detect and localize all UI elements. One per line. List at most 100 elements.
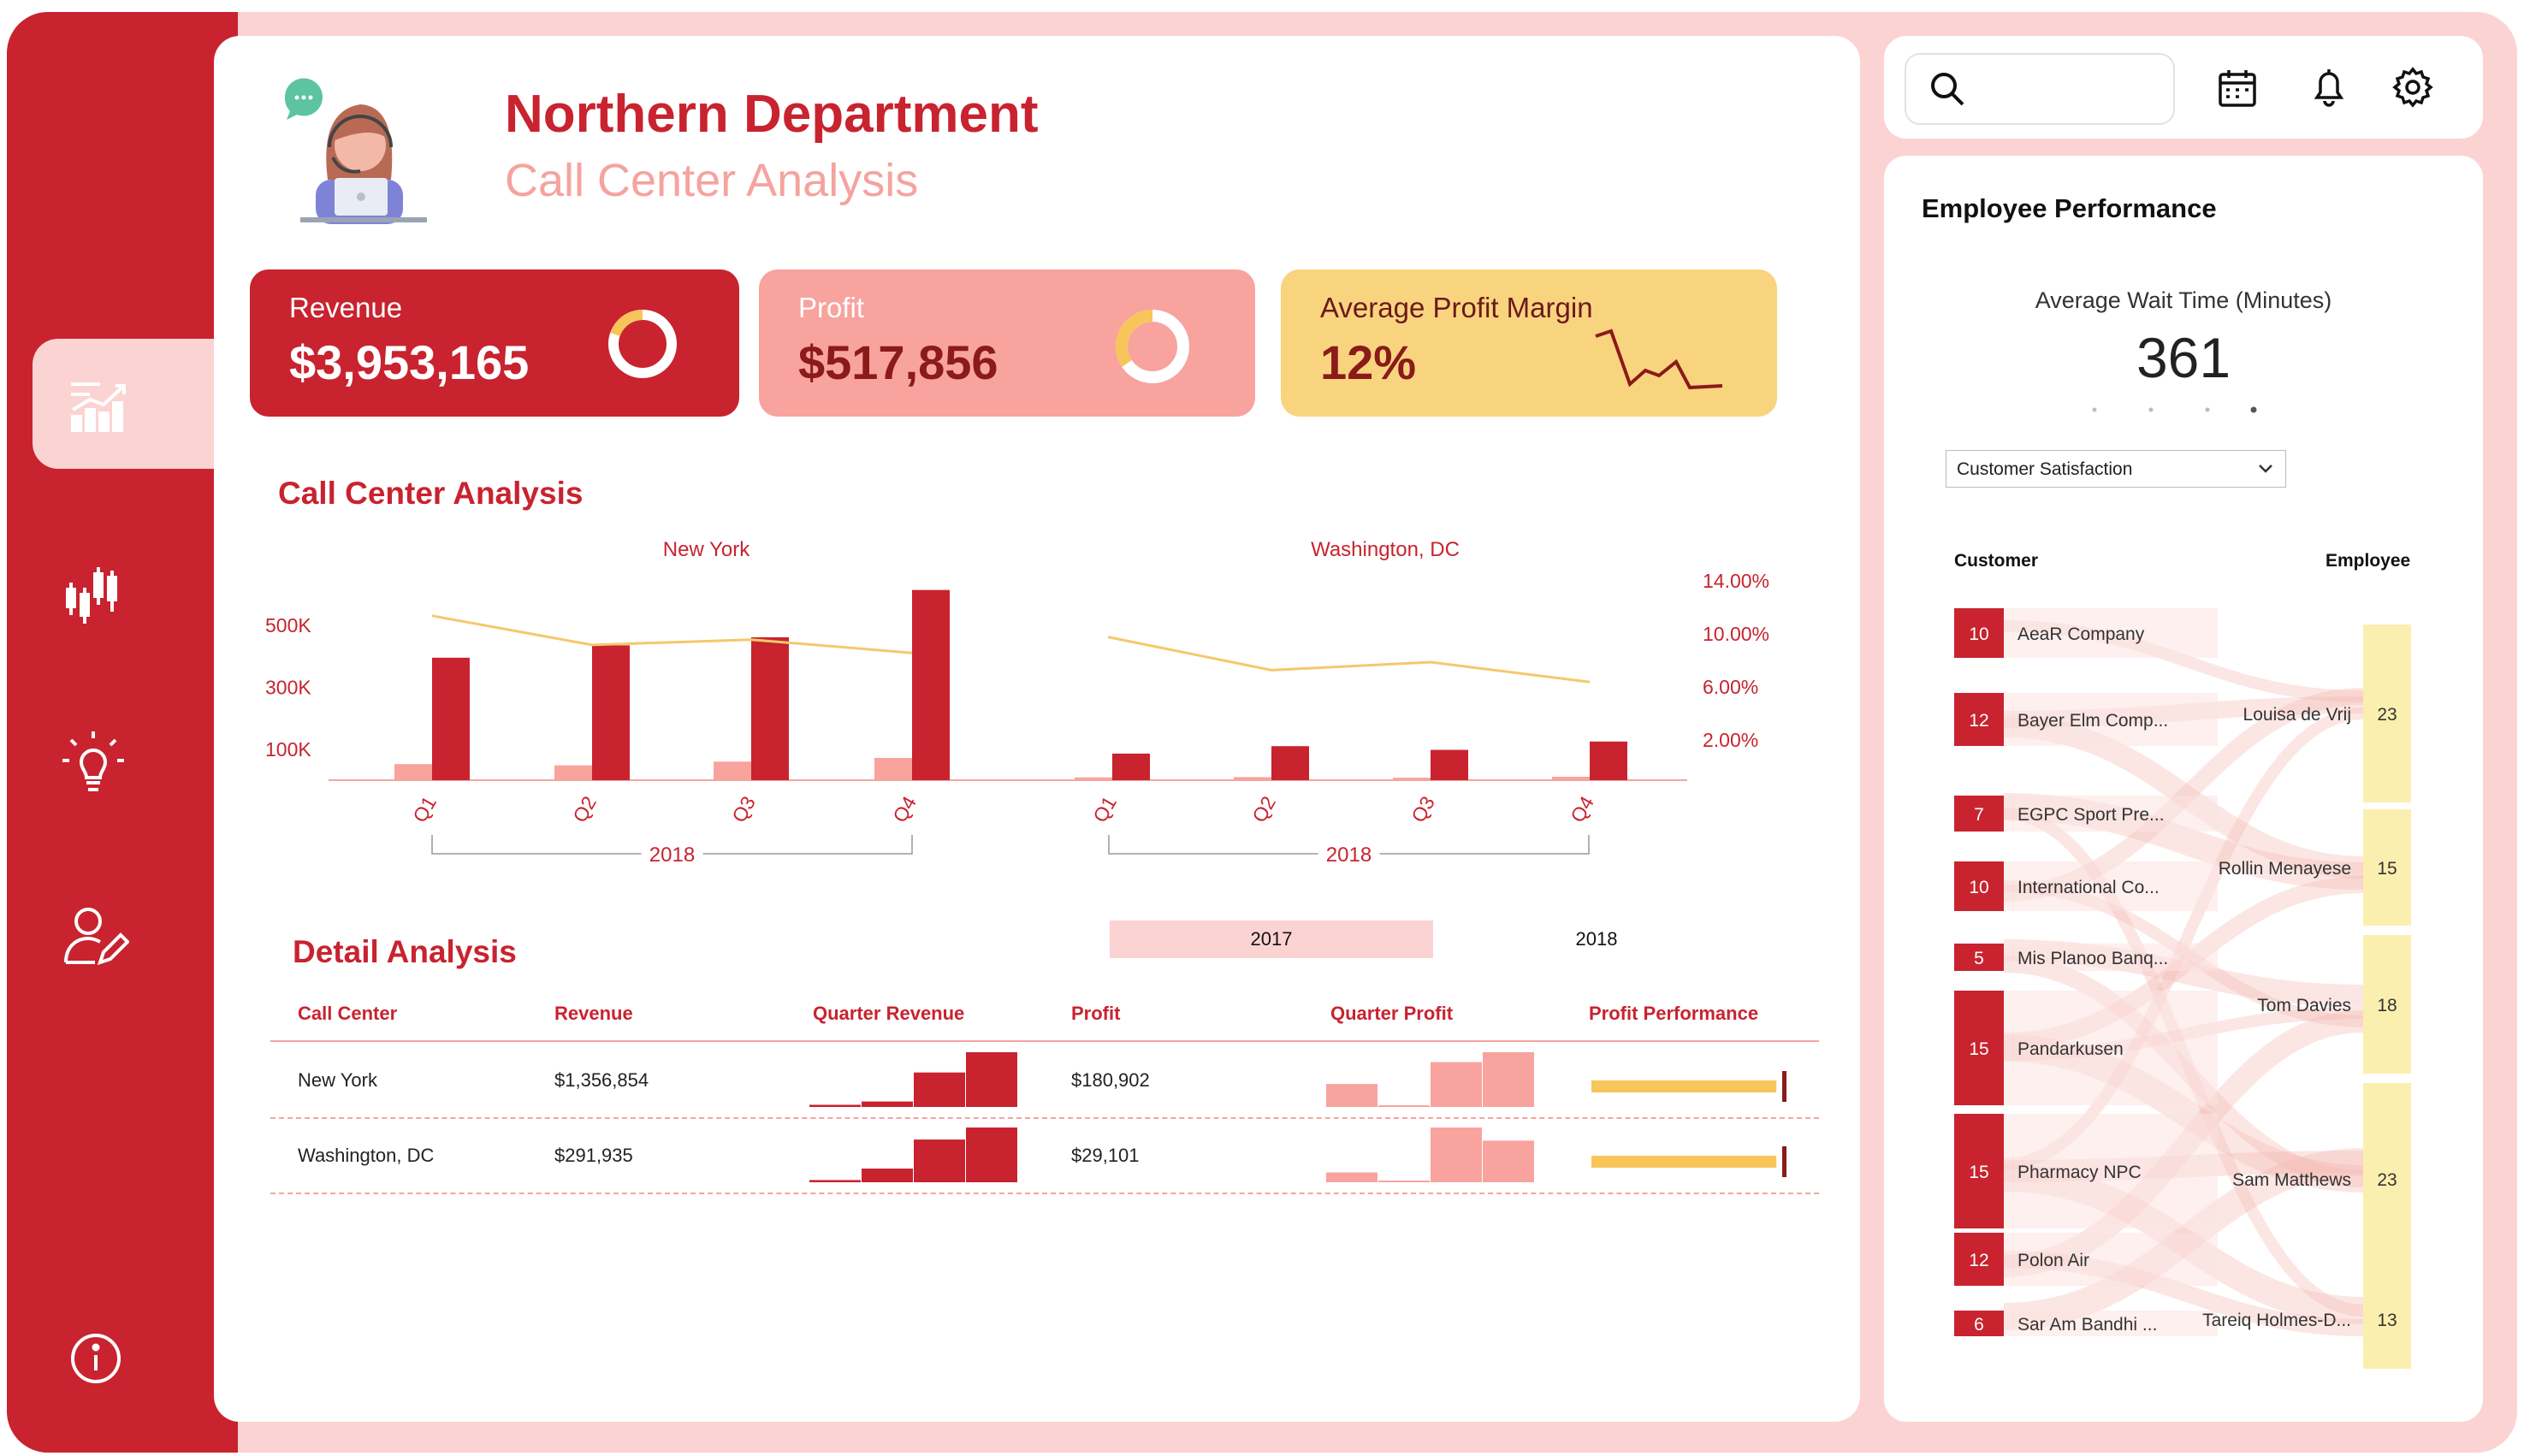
row-1-revenue: $1,356,854 xyxy=(554,1069,649,1091)
quarter-revenue-bar xyxy=(914,1072,965,1107)
bar-profit xyxy=(554,765,592,780)
profit-margin-label: Average Profit Margin xyxy=(1320,292,1593,323)
customer-value: 7 xyxy=(1974,805,1984,825)
bell-icon[interactable] xyxy=(2310,67,2348,108)
customer-name: AeaR Company xyxy=(2017,624,2145,644)
carousel-dots[interactable] xyxy=(2091,404,2262,414)
col-header-quarter-revenue[interactable]: Quarter Revenue xyxy=(813,1003,964,1025)
bar-revenue xyxy=(751,636,789,780)
year-tab-2018-label: 2018 xyxy=(1575,928,1618,950)
chart-icon[interactable] xyxy=(60,366,137,443)
year-label: 2018 xyxy=(1326,843,1372,867)
year-label: 2018 xyxy=(649,843,695,867)
profit-label: Profit xyxy=(798,292,865,323)
performance-target-marker xyxy=(1782,1071,1786,1102)
quarter-profit-bar xyxy=(1431,1128,1482,1182)
x-tick-label: Q2 xyxy=(1247,792,1280,826)
x-tick-label: Q4 xyxy=(1566,792,1598,826)
quarter-profit-minichart xyxy=(1326,1052,1534,1107)
info-icon[interactable] xyxy=(60,1323,132,1394)
col-header-revenue[interactable]: Revenue xyxy=(554,1003,633,1025)
col-header-profit[interactable]: Profit xyxy=(1071,1003,1120,1025)
bar-profit xyxy=(1552,777,1590,780)
x-tick-label: Q3 xyxy=(727,792,760,826)
wait-time-label: Average Wait Time (Minutes) xyxy=(2035,287,2332,313)
y-tick-label: 300K xyxy=(265,677,311,699)
quarter-profit-bar xyxy=(1326,1084,1378,1107)
customer-header: Customer xyxy=(1954,551,2039,571)
customer-name: Polon Air xyxy=(2017,1251,2089,1270)
metric-dropdown[interactable]: Customer Satisfaction xyxy=(1946,450,2286,488)
y-tick-label: 500K xyxy=(265,614,311,636)
performance-fill xyxy=(1591,1156,1777,1168)
quarter-profit-bar xyxy=(1431,1062,1482,1107)
y2-tick-label: 14.00% xyxy=(1703,570,1769,592)
y2-tick-label: 6.00% xyxy=(1703,676,1758,698)
customer-value: 12 xyxy=(1969,1251,1988,1270)
quarter-revenue-bar xyxy=(966,1052,1017,1107)
employee-name: Sam Matthews xyxy=(2232,1170,2351,1190)
row-1-call-center: New York xyxy=(298,1069,377,1091)
candlestick-icon[interactable] xyxy=(55,556,132,633)
call-center-section-title: Call Center Analysis xyxy=(278,476,584,511)
revenue-card: Revenue $3,953,165 xyxy=(250,269,739,417)
page-title: Northern Department xyxy=(505,85,1039,144)
table-header-divider xyxy=(270,1040,1819,1042)
lightbulb-icon[interactable] xyxy=(55,724,132,801)
customer-name: Pandarkusen xyxy=(2017,1039,2124,1059)
col-header-call-center[interactable]: Call Center xyxy=(298,1003,397,1025)
detail-section-title: Detail Analysis xyxy=(293,934,517,969)
quarter-profit-bar xyxy=(1378,1105,1430,1107)
quarter-revenue-bar xyxy=(862,1101,913,1107)
profit-card: Profit $517,856 xyxy=(759,269,1255,417)
customer-name: International Co... xyxy=(2017,878,2160,897)
employee-name: Tom Davies xyxy=(2257,996,2351,1015)
employee-performance-title: Employee Performance xyxy=(1922,193,2217,223)
quarter-revenue-bar xyxy=(914,1139,965,1182)
year-tab-2017-label: 2017 xyxy=(1250,928,1293,950)
employee-value: 23 xyxy=(2377,1170,2397,1190)
year-tab-2018[interactable]: 2018 xyxy=(1437,920,1756,958)
quarter-revenue-bar xyxy=(809,1180,861,1182)
bar-revenue xyxy=(912,589,950,780)
x-tick-label: Q3 xyxy=(1407,792,1439,826)
bar-revenue xyxy=(1112,753,1150,780)
row-1-profit: $180,902 xyxy=(1071,1069,1150,1091)
search-icon xyxy=(1929,70,1966,108)
x-tick-label: Q2 xyxy=(568,792,601,826)
employee-value: 18 xyxy=(2377,996,2397,1015)
customer-name: EGPC Sport Pre... xyxy=(2017,805,2165,825)
year-tab-2017[interactable]: 2017 xyxy=(1110,920,1433,958)
quarter-revenue-bar xyxy=(862,1169,913,1182)
user-edit-icon[interactable] xyxy=(56,898,133,975)
customer-value: 12 xyxy=(1969,711,1988,731)
revenue-value: $3,953,165 xyxy=(289,335,530,389)
customer-value: 15 xyxy=(1969,1039,1988,1059)
bar-revenue xyxy=(432,657,470,780)
bar-profit xyxy=(714,761,751,780)
gear-icon[interactable] xyxy=(2392,67,2433,108)
col-header-profit-performance[interactable]: Profit Performance xyxy=(1589,1003,1758,1025)
customer-name: Pharmacy NPC xyxy=(2017,1163,2142,1182)
row-2-profit: $29,101 xyxy=(1071,1145,1140,1166)
bar-profit xyxy=(1075,777,1112,780)
bar-profit xyxy=(394,764,432,780)
search-input[interactable] xyxy=(1905,53,2175,125)
employee-value: 15 xyxy=(2377,859,2397,879)
row-2-call-center: Washington, DC xyxy=(298,1145,435,1166)
profit-value: $517,856 xyxy=(798,335,998,389)
employee-name: Louisa de Vrij xyxy=(2243,705,2351,725)
row-divider xyxy=(270,1117,1819,1119)
margin-line xyxy=(431,614,913,654)
col-header-quarter-profit[interactable]: Quarter Profit xyxy=(1330,1003,1453,1025)
bar-revenue xyxy=(1271,746,1309,780)
x-tick-label: Q1 xyxy=(1088,792,1121,826)
revenue-donut-icon xyxy=(604,305,681,382)
profit-donut-icon xyxy=(1111,305,1194,388)
row-2-revenue: $291,935 xyxy=(554,1145,633,1166)
call-center-agent-icon xyxy=(278,77,432,231)
calendar-icon[interactable] xyxy=(2218,68,2257,108)
profit-performance-bar xyxy=(1591,1071,1786,1102)
metric-dropdown-value: Customer Satisfaction xyxy=(1957,459,2133,479)
employee-header: Employee xyxy=(2326,551,2411,571)
